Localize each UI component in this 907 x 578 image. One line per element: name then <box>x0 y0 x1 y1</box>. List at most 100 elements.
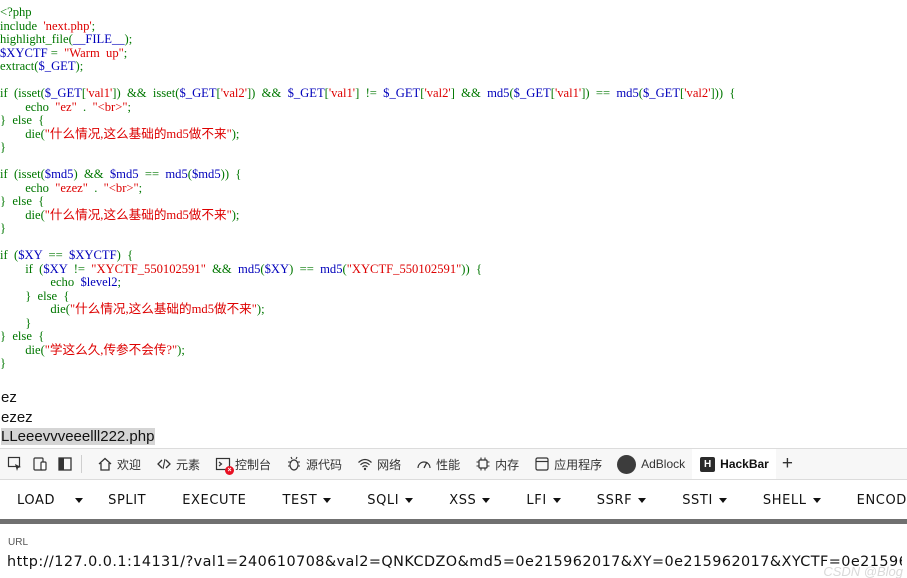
code-token: "XYCTF_550102591" <box>346 261 462 276</box>
ssrf-label: SSRF <box>596 492 633 508</box>
network-icon <box>356 456 373 473</box>
tab-console[interactable]: × 控制台 <box>207 449 278 479</box>
ssti-label: SSTI <box>682 492 713 508</box>
device-emulation-icon[interactable] <box>30 454 50 474</box>
code-token: 'val1' <box>554 86 582 100</box>
load-button[interactable]: LOAD <box>0 481 69 519</box>
code-token: $XYCTF <box>69 248 117 262</box>
chevron-down-icon <box>323 497 332 503</box>
code-token: } <box>0 315 32 330</box>
elements-icon <box>155 456 172 473</box>
load-dropdown-button[interactable] <box>69 481 91 519</box>
code-token: $_GET <box>383 86 421 100</box>
code-token: 'val1' <box>86 86 113 100</box>
output-line-filename[interactable]: LLeeevvveeelll222.php <box>1 428 156 445</box>
chevron-down-icon <box>812 497 821 503</box>
tab-hackbar[interactable]: H HackBar <box>692 449 776 479</box>
tab-memory[interactable]: 内存 <box>467 449 526 479</box>
code-line: die("什么情况,这么基础的md5做不来"); <box>0 127 907 142</box>
code-line: } <box>0 315 907 331</box>
tab-adblock[interactable]: AdBlock <box>609 449 692 479</box>
xss-label: XSS <box>449 492 477 508</box>
code-token: "<br>" <box>92 99 128 114</box>
code-token: $md5 <box>44 167 74 181</box>
sqli-label: SQLI <box>367 492 400 508</box>
code-token: ]) && isset( <box>112 86 180 100</box>
code-token: if (isset( <box>0 167 45 181</box>
load-label: LOAD <box>17 492 56 508</box>
code-token: 'val2' <box>684 86 711 100</box>
lfi-menu[interactable]: LFI <box>509 481 579 519</box>
code-line: extract($_GET); <box>0 59 907 74</box>
code-token: . <box>76 99 93 114</box>
application-icon <box>533 456 550 473</box>
code-token: } <box>0 140 7 154</box>
code-token: "什么情况,这么基础的md5做不来" <box>44 207 232 222</box>
sqli-menu[interactable]: SQLI <box>350 481 432 519</box>
code-line: highlight_file(__FILE__); <box>0 32 907 47</box>
tab-welcome[interactable]: 欢迎 <box>89 449 148 479</box>
code-token: } else { <box>0 288 70 303</box>
code-token: $_GET <box>513 86 551 100</box>
code-token: $md5 <box>191 167 221 181</box>
dock-side-icon[interactable] <box>55 454 75 474</box>
code-token: ; <box>123 45 128 60</box>
test-menu[interactable]: TEST <box>265 481 350 519</box>
code-line: } <box>0 221 907 236</box>
code-token: ]) == <box>581 86 617 100</box>
chevron-down-icon <box>552 497 561 503</box>
home-icon <box>96 456 113 473</box>
code-token: <?php <box>0 5 32 19</box>
output-line-ezez: ezez <box>1 408 33 426</box>
tab-sources[interactable]: 源代码 <box>278 449 349 479</box>
code-token: 'next.php' <box>43 18 92 33</box>
code-token: ); <box>124 32 133 46</box>
code-token: 'val1' <box>328 86 356 100</box>
tab-network[interactable]: 网络 <box>349 449 408 479</box>
chevron-down-icon <box>405 497 414 503</box>
code-line: echo "ezez" . "<br>"; <box>0 180 907 196</box>
shell-label: SHELL <box>762 492 807 508</box>
code-line: if (isset($_GET['val1']) && isset($_GET[… <box>0 86 907 101</box>
tab-label: 网络 <box>377 457 402 472</box>
menu-divider <box>0 519 907 524</box>
chevron-down-icon <box>75 497 84 503</box>
code-token: "ez" <box>55 99 77 114</box>
code-token: "XYCTF_550102591" <box>91 261 213 276</box>
hackbar-icon: H <box>699 456 716 473</box>
inspect-element-icon[interactable] <box>5 454 25 474</box>
execute-button[interactable]: EXECUTE <box>165 481 265 519</box>
tab-elements[interactable]: 元素 <box>148 449 207 479</box>
code-token: echo <box>0 180 56 195</box>
code-line: } <box>0 356 907 371</box>
url-input[interactable]: http://127.0.0.1:14131/?val1=240610708&v… <box>7 554 902 574</box>
memory-icon <box>474 456 491 473</box>
execute-label: EXECUTE <box>182 492 247 508</box>
page-output: ez ezez LLeeevvveeelll222.php <box>1 388 156 447</box>
split-button[interactable]: SPLIT <box>91 481 165 519</box>
chevron-down-icon <box>482 497 491 503</box>
xss-menu[interactable]: XSS <box>432 481 509 519</box>
tab-performance[interactable]: 性能 <box>408 449 467 479</box>
tab-label: HackBar <box>720 457 769 471</box>
code-token: if ( <box>0 261 44 276</box>
code-token: $XY <box>18 248 49 262</box>
tab-application[interactable]: 应用程序 <box>526 449 609 479</box>
code-token: "Warm up" <box>64 45 124 60</box>
encoding-menu[interactable]: ENCODING <box>840 481 907 519</box>
shell-menu[interactable]: SHELL <box>746 481 840 519</box>
code-line: } else { <box>0 329 907 344</box>
code-line: } else { <box>0 113 907 128</box>
code-line: $XYCTF = "Warm up"; <box>0 45 907 61</box>
code-line: echo "ez" . "<br>"; <box>0 99 907 115</box>
code-token: echo <box>0 99 56 114</box>
ssrf-menu[interactable]: SSRF <box>580 481 665 519</box>
chevron-down-icon <box>718 497 727 503</box>
code-line: include 'next.php'; <box>0 18 907 34</box>
code-line: die("什么情况,这么基础的md5做不来"); <box>0 207 907 223</box>
ssti-menu[interactable]: SSTI <box>665 481 746 519</box>
code-token: } else { <box>0 329 45 343</box>
add-tab-button[interactable]: + <box>776 449 799 479</box>
